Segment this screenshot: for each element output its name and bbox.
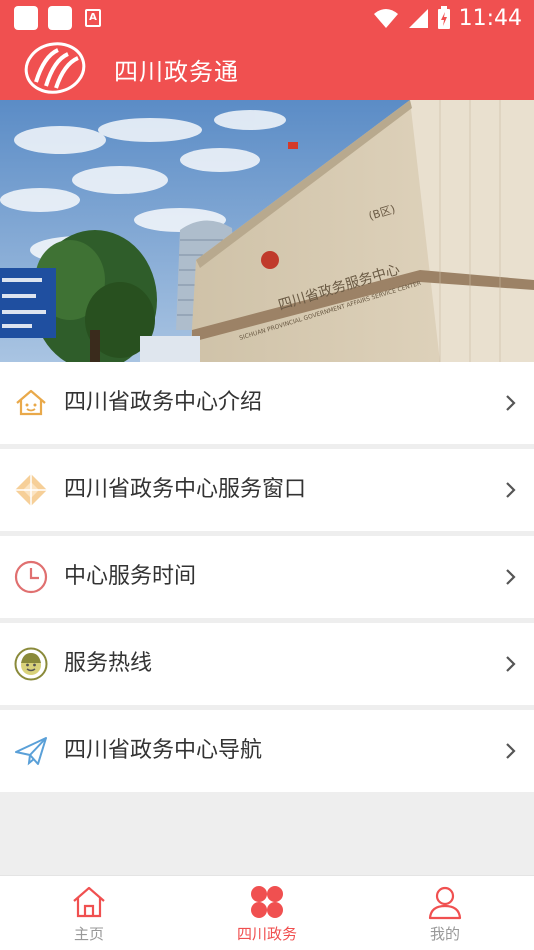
notification-icon [14, 6, 38, 30]
house-icon [16, 389, 46, 416]
chevron-right-icon [506, 395, 516, 411]
battery-icon [437, 6, 450, 29]
app-title: 四川政务通 [114, 58, 239, 86]
banner-image: 四川省政务服务中心 (B区) SICHUAN PROVINCIAL GOVERN… [0, 100, 534, 362]
home-icon [73, 886, 105, 918]
chevron-right-icon [506, 569, 516, 585]
app-bar: 四川政务通 [0, 36, 534, 100]
app-notification-icon: A [82, 6, 104, 30]
menu-item-label: 四川省政务中心服务窗口 [64, 477, 307, 502]
bottom-tab-bar: 主页 四川政务 我的 [0, 875, 534, 950]
signal-icon [408, 9, 428, 28]
menu-item-label: 中心服务时间 [64, 564, 197, 589]
menu-item-label: 四川省政务中心导航 [64, 738, 263, 763]
tab-home[interactable]: 主页 [0, 876, 178, 950]
status-bar: A 11:44 [0, 0, 534, 36]
paper-plane-icon [15, 737, 47, 766]
user-icon [428, 886, 462, 920]
clock-icon [14, 560, 48, 594]
tab-sichuan-affairs[interactable]: 四川政务 [178, 876, 356, 950]
chevron-right-icon [506, 482, 516, 498]
wifi-icon [373, 9, 398, 28]
tab-label: 我的 [429, 925, 460, 943]
menu-item-label: 服务热线 [64, 651, 153, 676]
tab-label: 主页 [73, 925, 104, 943]
menu-item-center-intro[interactable]: 四川省政务中心介绍 [0, 362, 534, 444]
tab-mine[interactable]: 我的 [356, 876, 534, 950]
chevron-right-icon [506, 656, 516, 672]
clock-time: 11:44 [458, 5, 522, 31]
menu-item-service-windows[interactable]: 四川省政务中心服务窗口 [0, 449, 534, 531]
menu-item-navigation[interactable]: 四川省政务中心导航 [0, 710, 534, 792]
tab-label: 四川政务 [236, 925, 297, 943]
menu-item-hotline[interactable]: 服务热线 [0, 623, 534, 705]
app-logo-icon [24, 42, 86, 94]
diamond-icon [15, 474, 47, 506]
chevron-right-icon [506, 743, 516, 759]
menu-item-service-hours[interactable]: 中心服务时间 [0, 536, 534, 618]
grid-icon [251, 886, 283, 918]
menu-item-label: 四川省政务中心介绍 [64, 390, 263, 415]
notification-icon [48, 6, 72, 30]
service-face-icon [14, 647, 48, 681]
